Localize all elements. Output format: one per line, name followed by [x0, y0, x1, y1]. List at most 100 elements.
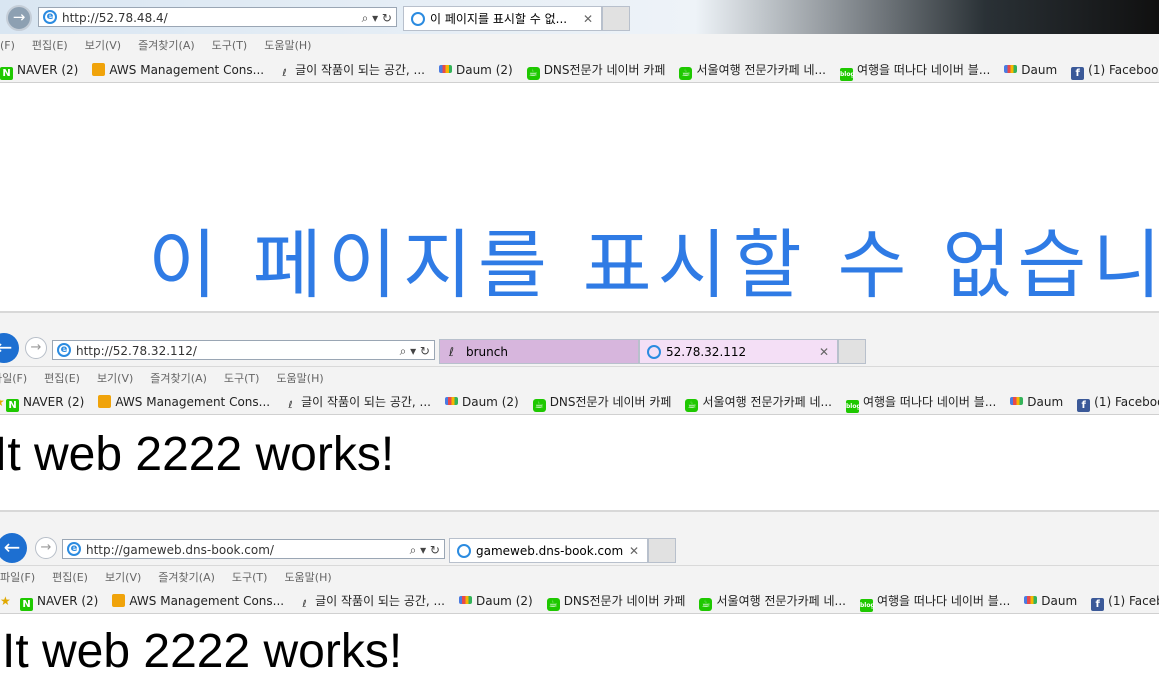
back-button[interactable]: →	[6, 5, 32, 31]
menu-tools[interactable]: 도구(T)	[232, 566, 268, 590]
favorite-brunch[interactable]: ℓ 글이 작품이 되는 공간, ...	[284, 390, 431, 414]
facebook-icon: f	[1091, 598, 1105, 611]
navigation-bar: ← → e http://gameweb.dns-book.com/ ⌕ ▾ ↻…	[0, 512, 1159, 565]
favorite-daum-2[interactable]: Daum	[1024, 589, 1077, 613]
daum-icon	[1010, 397, 1024, 405]
cafe-icon: ☕	[546, 598, 560, 611]
new-tab-button[interactable]	[602, 6, 630, 31]
close-icon[interactable]: ✕	[629, 539, 639, 564]
favorite-dns-cafe[interactable]: ☕ DNS전문가 네이버 카페	[532, 390, 671, 414]
favorite-facebook[interactable]: f(1) Facebook	[1091, 589, 1159, 613]
favorite-facebook[interactable]: f(1) Facebook	[1071, 58, 1159, 82]
address-tools-icons[interactable]: ⌕ ▾ ↻	[362, 8, 392, 28]
favorite-aws[interactable]: AWS Management Cons...	[112, 589, 284, 613]
address-url: http://52.78.32.112/	[76, 344, 197, 358]
quill-icon: ℓ	[449, 345, 454, 359]
cafe-icon: ☕	[526, 67, 540, 80]
favorite-naver[interactable]: N NAVER (2)	[0, 58, 78, 82]
forward-button[interactable]: →	[35, 537, 57, 559]
menu-view[interactable]: 보기(V)	[85, 34, 121, 58]
tab-title: 이 페이지를 표시할 수 없...	[430, 12, 568, 26]
naver-icon: N	[6, 399, 19, 412]
menu-favorites[interactable]: 즐겨찾기(A)	[138, 34, 195, 58]
favorites-bar: N NAVER (2) AWS Management Cons... ℓ 글이 작품이 …	[0, 58, 1159, 83]
menu-tools[interactable]: 도구(T)	[224, 367, 260, 391]
menu-file[interactable]: 파일(F)	[0, 367, 27, 391]
favorite-dns-cafe[interactable]: ☕ DNS전문가 네이버 카페	[546, 589, 685, 613]
favorite-aws[interactable]: AWS Management Cons...	[92, 58, 264, 82]
aws-icon	[98, 395, 112, 408]
favorite-daum[interactable]: Daum (2)	[438, 58, 513, 82]
browser-window-2: ← → e http://52.78.32.112/ ⌕ ▾ ↻ brunch …	[0, 313, 1159, 510]
tab-active[interactable]: 52.78.32.112 ✕	[639, 339, 838, 364]
menu-favorites[interactable]: 즐겨찾기(A)	[150, 367, 207, 391]
address-bar[interactable]: e http://52.78.32.112/ ⌕ ▾ ↻	[52, 340, 435, 360]
facebook-icon: f	[1071, 67, 1085, 80]
favorite-daum-2[interactable]: Daum	[1010, 390, 1063, 414]
menu-file[interactable]: (F)	[0, 34, 15, 58]
aws-icon	[112, 594, 126, 607]
menu-help[interactable]: 도움말(H)	[264, 34, 311, 58]
daum-icon	[444, 397, 458, 405]
favorite-daum[interactable]: Daum (2)	[458, 589, 533, 613]
daum-icon	[438, 65, 452, 73]
menu-edit[interactable]: 편집(E)	[44, 367, 80, 391]
menu-view[interactable]: 보기(V)	[97, 367, 133, 391]
favorite-daum[interactable]: Daum (2)	[444, 390, 519, 414]
favorite-seoul-cafe[interactable]: ☕ 서울여행 전문가카페 네...	[685, 390, 832, 414]
back-button[interactable]: ←	[0, 333, 19, 363]
new-tab-button[interactable]	[838, 339, 866, 364]
back-button[interactable]: ←	[0, 533, 27, 563]
daum-icon	[1004, 65, 1018, 73]
favorites-bar: ★NNAVER (2)AWS Management Cons...ℓ글이 작품이…	[0, 390, 1159, 415]
favorites-bar: ★NNAVER (2)AWS Management Cons...ℓ글이 작품이…	[0, 589, 1159, 614]
menu-bar: (F) 편집(E) 보기(V) 즐겨찾기(A) 도구(T) 도움말(H)	[0, 34, 1159, 58]
forward-button[interactable]: →	[25, 337, 47, 359]
favorite-naver[interactable]: N NAVER (2)	[20, 589, 98, 613]
favorite-blog[interactable]: blog 여행을 떠나다 네이버 블...	[859, 589, 1010, 613]
menu-help[interactable]: 도움말(H)	[276, 367, 323, 391]
menu-file[interactable]: 파일(F)	[0, 566, 35, 590]
new-tab-button[interactable]	[648, 538, 676, 563]
ie-icon: e	[67, 542, 81, 556]
ie-icon	[411, 12, 425, 26]
tab-brunch[interactable]: brunch ℓ	[439, 339, 639, 364]
menu-edit[interactable]: 편집(E)	[52, 566, 88, 590]
address-tools-icons[interactable]: ⌕ ▾ ↻	[400, 341, 430, 361]
ie-icon: e	[57, 343, 71, 357]
favorite-blog[interactable]: blog 여행을 떠나다 네이버 블...	[839, 58, 990, 82]
page-heading: It web 2222 works!	[2, 625, 403, 678]
address-url: http://52.78.48.4/	[62, 11, 168, 25]
favorite-daum-2[interactable]: Daum	[1004, 58, 1057, 82]
favorite-aws[interactable]: AWS Management Cons...	[98, 390, 270, 414]
menu-favorites[interactable]: 즐겨찾기(A)	[158, 566, 215, 590]
menu-help[interactable]: 도움말(H)	[284, 566, 331, 590]
menu-tools[interactable]: 도구(T)	[212, 34, 248, 58]
favorite-brunch[interactable]: ℓ 글이 작품이 되는 공간, ...	[278, 58, 425, 82]
favorite-blog[interactable]: blog 여행을 떠나다 네이버 블...	[845, 390, 996, 414]
cafe-icon: ☕	[685, 399, 699, 412]
quill-icon: ℓ	[302, 599, 307, 610]
close-icon[interactable]: ✕	[819, 340, 829, 365]
tab-active[interactable]: gameweb.dns-book.com ✕	[449, 538, 648, 563]
blog-icon: blog	[859, 599, 875, 612]
favorite-seoul-cafe[interactable]: ☕ 서울여행 전문가카페 네...	[679, 58, 826, 82]
menu-view[interactable]: 보기(V)	[105, 566, 141, 590]
facebook-icon: f	[1077, 399, 1091, 412]
favorite-brunch[interactable]: ℓ 글이 작품이 되는 공간, ...	[298, 589, 445, 613]
favorite-facebook[interactable]: f(1) Facebook	[1077, 390, 1159, 414]
address-bar[interactable]: e http://52.78.48.4/ ⌕ ▾ ↻	[38, 7, 397, 27]
address-tools-icons[interactable]: ⌕ ▾ ↻	[410, 540, 440, 560]
favorite-seoul-cafe[interactable]: ☕ 서울여행 전문가카페 네...	[699, 589, 846, 613]
menu-bar: 파일(F) 편집(E) 보기(V) 즐겨찾기(A) 도구(T) 도움말(H)	[0, 366, 1159, 391]
tab-title: brunch	[466, 345, 508, 359]
close-icon[interactable]: ✕	[583, 7, 593, 32]
address-bar[interactable]: e http://gameweb.dns-book.com/ ⌕ ▾ ↻	[62, 539, 445, 559]
menu-edit[interactable]: 편집(E)	[32, 34, 68, 58]
page-heading: It web 2222 works!	[0, 428, 395, 481]
favorite-dns-cafe[interactable]: ☕ DNS전문가 네이버 카페	[526, 58, 665, 82]
favorite-naver[interactable]: N NAVER (2)	[6, 390, 84, 414]
tab-active[interactable]: 이 페이지를 표시할 수 없... ✕	[403, 6, 602, 31]
naver-icon: N	[20, 598, 33, 611]
tab-title: gameweb.dns-book.com	[476, 544, 624, 558]
